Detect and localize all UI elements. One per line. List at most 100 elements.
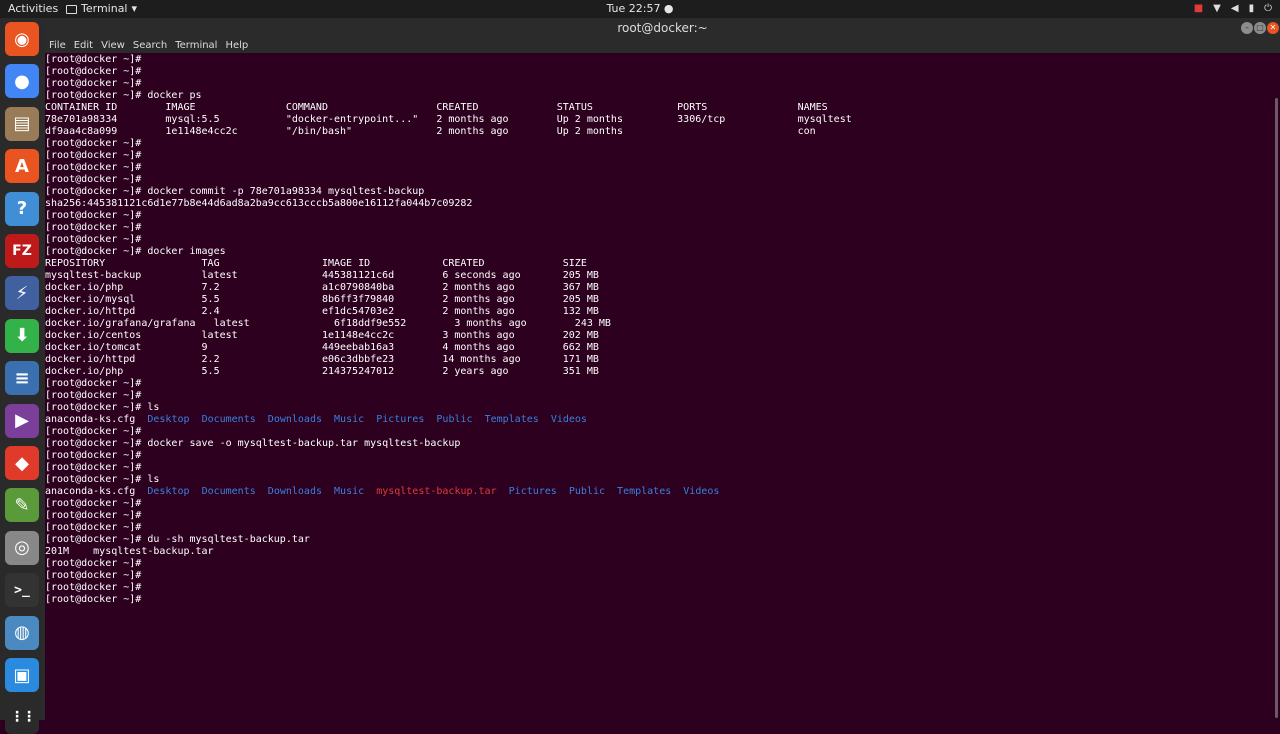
battery-icon[interactable]: ▮	[1249, 0, 1255, 18]
terminal-text-span	[605, 486, 617, 497]
terminal-line: mysqltest-backup latest 445381121c6d 6 s…	[45, 270, 852, 282]
software-center-icon[interactable]: A	[5, 149, 39, 184]
dock: ◉ ● ▤ A? FZ ⚡ ⬇ ≡ ▶ ◆ ✎ ◎ >_ ◍ ▣ ⋮⋮	[0, 18, 46, 734]
scrollbar-thumb[interactable]	[1275, 98, 1278, 718]
terminal-text-span	[364, 414, 376, 425]
terminal-text-span: docker.io/php 5.5 214375247012 2 years a…	[45, 366, 599, 377]
virtualbox-icon[interactable]: ▣	[5, 658, 39, 692]
download-icon[interactable]: ⬇	[5, 318, 39, 353]
terminal-line: [root@docker ~]#	[45, 138, 852, 150]
directory-name: Public	[436, 414, 473, 425]
activities-button[interactable]: Activities	[8, 0, 58, 18]
terminal-icon[interactable]: >_	[5, 573, 39, 608]
terminal-text-span: [root@docker ~]#	[45, 558, 142, 569]
menu-help[interactable]: Help	[225, 38, 248, 53]
terminal-line: docker.io/tomcat 9 449eebab16a3 4 months…	[45, 342, 852, 354]
terminal-text-span: sha256:445381121c6d1e77b8e44d6ad8a2ba9cc…	[45, 198, 473, 209]
menu-terminal[interactable]: Terminal	[175, 38, 217, 53]
terminal-output[interactable]: [root@docker ~]# [root@docker ~]# [root@do…	[45, 53, 1270, 720]
menu-edit[interactable]: Edit	[74, 38, 93, 53]
directory-name: Templates	[484, 414, 539, 425]
terminal-line: docker.io/mysql 5.5 8b6ff3f79840 2 month…	[45, 294, 852, 306]
apps-grid-icon[interactable]: ⋮⋮	[5, 700, 39, 734]
system-tray[interactable]: ■ ▼ ◀ ▮ ⏻	[1194, 0, 1272, 18]
terminal-line: [root@docker ~]#	[45, 150, 852, 162]
terminal-line: REPOSITORY TAG IMAGE ID CREATED SIZE	[45, 258, 852, 270]
directory-name: Desktop	[147, 486, 190, 497]
terminal-line: [root@docker ~]# docker save -o mysqltes…	[45, 438, 852, 450]
app-menu[interactable]: Terminal ▾	[66, 0, 137, 18]
terminal-text-span: [root@docker ~]#	[45, 450, 142, 461]
terminal-line: [root@docker ~]#	[45, 78, 852, 90]
terminal-text-span: docker.io/php 7.2 a1c0790840ba 2 months …	[45, 282, 599, 293]
menu-file[interactable]: File	[49, 38, 66, 53]
terminal-line: CONTAINER ID IMAGE COMMAND CREATED STATU…	[45, 102, 852, 114]
terminal-text-span	[671, 486, 683, 497]
clock[interactable]: Tue 22:57 ●	[606, 2, 673, 15]
terminal-text-span: [root@docker ~]#	[45, 174, 142, 185]
filezilla-icon[interactable]: FZ	[5, 234, 39, 268]
terminal-text-span: docker.io/tomcat 9 449eebab16a3 4 months…	[45, 342, 599, 353]
window-title: root@docker:~	[617, 21, 708, 35]
terminal-line: docker.io/php 7.2 a1c0790840ba 2 months …	[45, 282, 852, 294]
terminal-text-span	[190, 486, 202, 497]
camera-icon[interactable]: ■	[1194, 0, 1203, 18]
terminal-text-span	[256, 414, 268, 425]
camera-app-icon[interactable]: ◎	[5, 530, 39, 565]
terminal-text-span: [root@docker ~]#	[45, 138, 142, 149]
terminal-line: [root@docker ~]#	[45, 450, 852, 462]
terminal-line: [root@docker ~]#	[45, 594, 852, 606]
text-editor-icon[interactable]: ≡	[5, 361, 39, 396]
terminal-line: df9aa4c8a099 1e1148e4cc2c "/bin/bash" 2 …	[45, 126, 852, 138]
terminal-text-span: docker.io/grafana/grafana latest 6f18ddf…	[45, 318, 611, 329]
terminal-line: [root@docker ~]#	[45, 162, 852, 174]
terminal-text-span: [root@docker ~]#	[45, 510, 142, 521]
directory-name: Desktop	[147, 414, 190, 425]
terminal-line: [root@docker ~]# ls	[45, 402, 852, 414]
terminal-text-span: [root@docker ~]# ls	[45, 402, 160, 413]
terminal-text-span: docker.io/httpd 2.4 ef1dc54703e2 2 month…	[45, 306, 599, 317]
terminal-line: [root@docker ~]#	[45, 234, 852, 246]
chrome-icon[interactable]: ●	[5, 64, 39, 99]
media-player-icon[interactable]: ▶	[5, 403, 39, 438]
terminal-text-span: [root@docker ~]#	[45, 162, 142, 173]
help-icon[interactable]: ?	[5, 191, 39, 226]
browser-icon[interactable]: ◍	[5, 615, 39, 650]
power-icon[interactable]: ⏻	[1264, 0, 1272, 18]
terminal-line: [root@docker ~]#	[45, 66, 852, 78]
terminal-text-span: [root@docker ~]#	[45, 54, 142, 65]
top-panel: Activities Terminal ▾ Tue 22:57 ● ■ ▼ ◀ …	[0, 0, 1280, 18]
ubuntu-software-icon[interactable]: ◉	[5, 22, 39, 56]
anydesk-icon[interactable]: ◆	[5, 446, 39, 480]
maximize-button[interactable]: □	[1254, 22, 1266, 34]
gedit-icon[interactable]: ✎	[5, 488, 39, 523]
volume-icon[interactable]: ◀	[1231, 0, 1239, 18]
terminal-line: docker.io/httpd 2.2 e06c3dbbfe23 14 mont…	[45, 354, 852, 366]
terminal-text-span: 201M mysqltest-backup.tar	[45, 546, 214, 557]
terminal-text-span: [root@docker ~]# du -sh mysqltest-backup…	[45, 534, 310, 545]
minimize-button[interactable]: –	[1241, 22, 1253, 34]
terminal-line: [root@docker ~]#	[45, 426, 852, 438]
terminal-text-span	[424, 414, 436, 425]
terminal-text-span	[322, 486, 334, 497]
terminal-line: docker.io/grafana/grafana latest 6f18ddf…	[45, 318, 852, 330]
terminal-line: [root@docker ~]#	[45, 378, 852, 390]
terminal-line: [root@docker ~]#	[45, 210, 852, 222]
terminal-line: [root@docker ~]#	[45, 462, 852, 474]
terminal-line: [root@docker ~]#	[45, 222, 852, 234]
files-icon[interactable]: ▤	[5, 106, 39, 141]
close-button[interactable]: ✕	[1267, 22, 1279, 34]
terminal-text-span: docker.io/mysql 5.5 8b6ff3f79840 2 month…	[45, 294, 599, 305]
terminal-text-span	[256, 486, 268, 497]
wifi-icon[interactable]: ▼	[1213, 0, 1221, 18]
scrollbar[interactable]	[1270, 53, 1280, 720]
terminal-line: [root@docker ~]# docker commit -p 78e701…	[45, 186, 852, 198]
terminal-line: [root@docker ~]# ls	[45, 474, 852, 486]
network-icon[interactable]: ⚡	[5, 276, 39, 311]
terminal-line: [root@docker ~]# du -sh mysqltest-backup…	[45, 534, 852, 546]
terminal-text-span: [root@docker ~]# docker save -o mysqltes…	[45, 438, 461, 449]
window-titlebar[interactable]: root@docker:~ – □ ✕	[45, 18, 1280, 38]
menu-view[interactable]: View	[101, 38, 125, 53]
menu-search[interactable]: Search	[133, 38, 167, 53]
terminal-app-icon	[66, 4, 77, 14]
